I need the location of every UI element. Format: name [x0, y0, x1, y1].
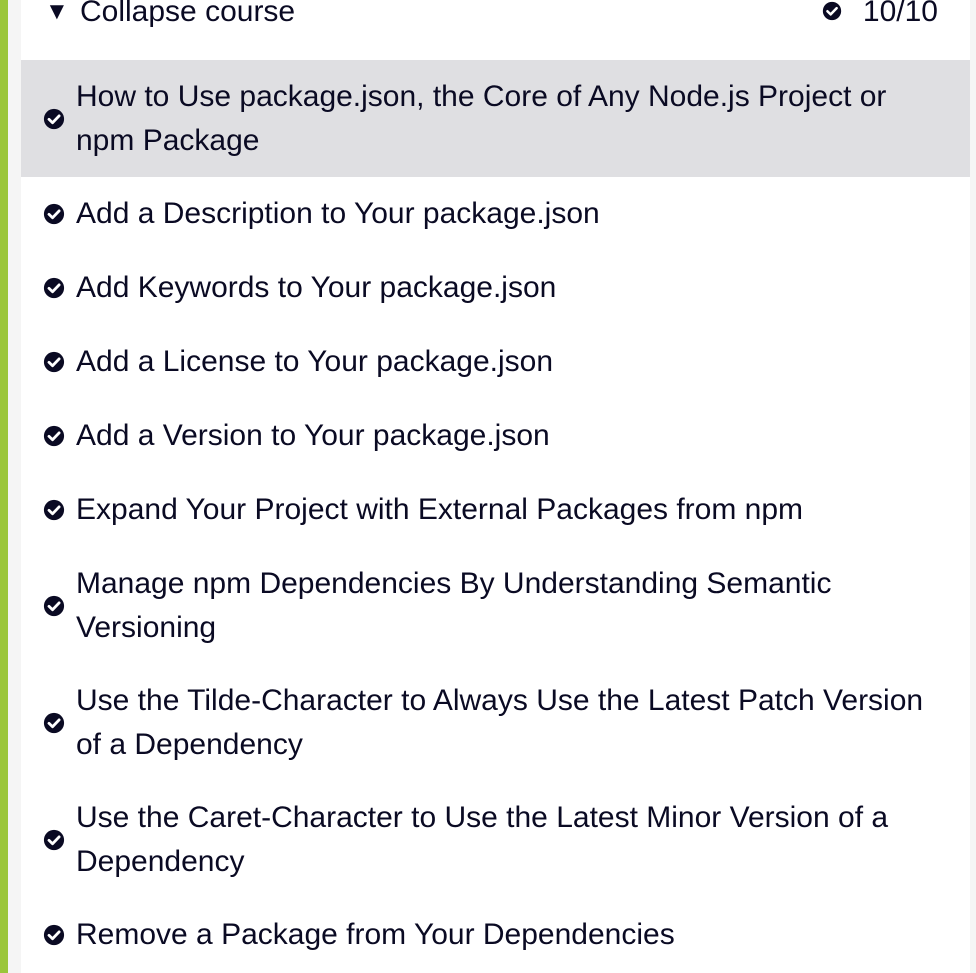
lesson-list: How to Use package.json, the Core of Any… — [21, 60, 970, 972]
check-circle-icon — [43, 203, 65, 225]
lesson-item[interactable]: Use the Caret-Character to Use the Lates… — [21, 781, 970, 898]
lesson-title: Add Keywords to Your package.json — [76, 271, 557, 304]
check-circle-icon — [822, 1, 842, 21]
lesson-item[interactable]: Add a Description to Your package.json — [21, 177, 970, 251]
lesson-title: Add a Version to Your package.json — [76, 419, 550, 452]
check-circle-icon — [43, 351, 65, 373]
lesson-item[interactable]: Manage npm Dependencies By Understanding… — [21, 547, 970, 664]
check-circle-icon — [43, 595, 65, 617]
lesson-title: Manage npm Dependencies By Understanding… — [76, 566, 832, 644]
lesson-item[interactable]: Remove a Package from Your Dependencies — [21, 898, 970, 972]
lesson-title: Expand Your Project with External Packag… — [76, 493, 804, 526]
collapse-course-label: Collapse course — [80, 0, 296, 28]
lesson-title: How to Use package.json, the Core of Any… — [76, 79, 887, 157]
lesson-item[interactable]: Use the Tilde-Character to Always Use th… — [21, 664, 970, 781]
check-circle-icon — [43, 924, 65, 946]
check-circle-icon — [43, 277, 65, 299]
lesson-item[interactable]: Add Keywords to Your package.json — [21, 251, 970, 325]
lesson-title: Remove a Package from Your Dependencies — [76, 918, 675, 951]
lesson-item[interactable]: Expand Your Project with External Packag… — [21, 473, 970, 547]
lesson-title: Add a License to Your package.json — [76, 345, 554, 378]
lesson-item[interactable]: Add a Version to Your package.json — [21, 399, 970, 473]
course-panel: ▼ Collapse course 10/10 How to Use packa… — [21, 0, 970, 973]
lesson-title: Use the Caret-Character to Use the Lates… — [76, 800, 889, 878]
lesson-title: Add a Description to Your package.json — [76, 197, 600, 230]
collapse-course-button[interactable]: ▼ Collapse course 10/10 — [21, 0, 970, 60]
check-circle-icon — [43, 499, 65, 521]
lesson-item[interactable]: Add a License to Your package.json — [21, 325, 970, 399]
caret-down-icon: ▼ — [45, 0, 69, 25]
check-circle-icon — [43, 712, 65, 734]
course-accent-bar — [0, 0, 8, 973]
check-circle-icon — [43, 829, 65, 851]
lesson-title: Use the Tilde-Character to Always Use th… — [76, 683, 924, 761]
check-circle-icon — [43, 108, 65, 130]
course-progress-count: 10/10 — [862, 0, 938, 28]
course-block: ▼ Collapse course 10/10 How to Use packa… — [0, 0, 976, 973]
lesson-item[interactable]: How to Use package.json, the Core of Any… — [21, 60, 970, 177]
check-circle-icon — [43, 425, 65, 447]
